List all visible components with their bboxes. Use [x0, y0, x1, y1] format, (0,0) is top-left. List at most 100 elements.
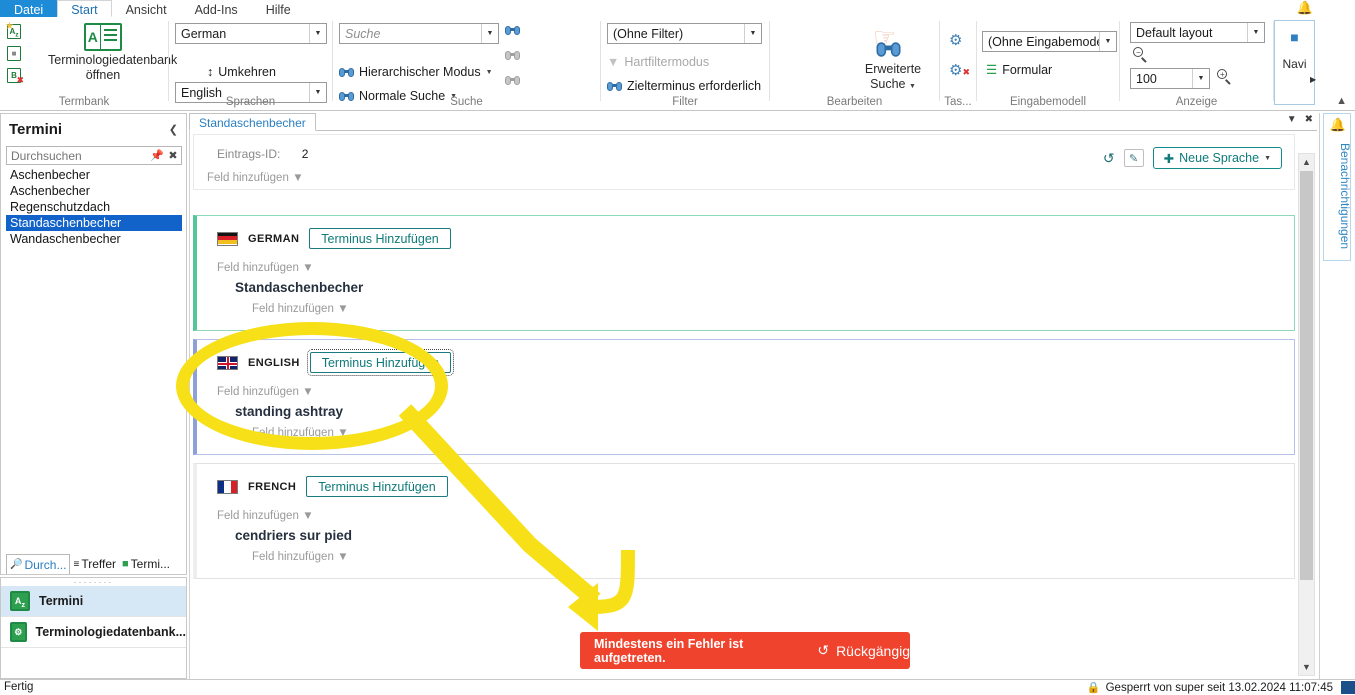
ribbon-tab-start[interactable]: Start — [57, 0, 112, 17]
document-area: Standaschenbecher ▼ ✖ Eintrags-ID: 2 Fel… — [189, 113, 1317, 679]
document-vertical-scrollbar[interactable]: ▲ ▼ — [1298, 153, 1315, 676]
input-model-combo[interactable]: (Ohne Eingabemodell ▼ — [982, 31, 1117, 52]
collapse-panel-icon[interactable]: ❮ — [169, 123, 178, 136]
zoom-out-button[interactable]: − — [1133, 47, 1148, 65]
nav-item-termini[interactable]: Az Termini — [1, 586, 186, 617]
add-term-button-german[interactable]: Terminus Hinzufügen — [309, 228, 451, 249]
list-item[interactable]: Wandaschenbecher — [6, 231, 182, 247]
document-tab-standaschenbecher[interactable]: Standaschenbecher — [189, 113, 316, 131]
chevron-down-icon[interactable]: ▼ — [1247, 23, 1264, 42]
termbank-icon-delete[interactable]: B ✖ — [6, 67, 24, 87]
term-text-german[interactable]: Standaschenbecher — [235, 280, 363, 295]
input-model-value: (Ohne Eingabemodell — [988, 34, 1099, 49]
settings-gear-icon[interactable]: ⚙ — [949, 31, 962, 49]
notification-bell-icon[interactable]: 🔔 — [1297, 0, 1313, 16]
english-add-field-top[interactable]: Feld hinzufügen ▼ — [217, 384, 314, 398]
list-item[interactable]: Aschenbecher — [6, 167, 182, 183]
new-language-button[interactable]: ✚ Neue Sprache ▼ — [1152, 147, 1282, 169]
navigation-expand-icon[interactable]: ▶ — [1310, 75, 1316, 84]
undo-history-icon[interactable]: ↺ — [1103, 150, 1115, 167]
scrollbar-thumb[interactable] — [1300, 171, 1313, 580]
navigation-panel-button[interactable]: ■ Navi — [1274, 20, 1315, 105]
zoom-in-button[interactable]: + — [1217, 69, 1232, 87]
terms-list[interactable]: Aschenbecher Aschenbecher Regenschutzdac… — [6, 167, 182, 569]
ribbon-tab-bar: Datei Start Ansicht Add-Ins Hilfe 🔔 — [0, 0, 1355, 17]
chevron-down-icon[interactable]: ▼ — [302, 262, 313, 274]
hard-filter-mode-button[interactable]: ▼ Hartfiltermodus — [607, 55, 709, 69]
chevron-down-icon[interactable]: ▼ — [292, 172, 303, 184]
chevron-down-icon[interactable]: ▼ — [1192, 69, 1209, 88]
ribbon-tab-datei[interactable]: Datei — [0, 0, 58, 17]
chevron-down-icon[interactable]: ▼ — [337, 551, 348, 563]
status-bar-left-text: Fertig — [4, 681, 34, 693]
ribbon-group-anzeige: Default layout ▼ − 100 ▼ + Anzeige — [1120, 17, 1273, 110]
drag-handle[interactable]: ········ — [1, 578, 186, 587]
chevron-down-icon[interactable]: ▼ — [481, 24, 498, 43]
close-icon[interactable]: ✖ — [1305, 114, 1313, 125]
search-tool-icon-prev[interactable] — [505, 75, 520, 89]
tab-durchsuchen[interactable]: 🔎 Durch... — [6, 554, 71, 574]
ribbon-tab-ansicht[interactable]: Ansicht — [112, 0, 181, 17]
pin-icon[interactable]: 📌 — [149, 149, 165, 162]
termbank-icon-filter[interactable]: ■ — [6, 45, 23, 65]
chevron-down-icon[interactable]: ▼ — [1264, 155, 1271, 162]
chevron-down-icon[interactable]: ▼ — [309, 24, 326, 43]
termbank-icon-new[interactable]: Az ★ — [5, 21, 23, 43]
application-window: Datei Start Ansicht Add-Ins Hilfe 🔔 Az ★ … — [0, 0, 1355, 695]
language-card-german[interactable]: GERMAN Terminus Hinzufügen Feld hinzufüg… — [193, 215, 1295, 331]
form-button[interactable]: ☰ Formular — [986, 62, 1052, 78]
filter-combo[interactable]: (Ohne Filter) ▼ — [607, 23, 762, 44]
list-item[interactable]: Regenschutzdach — [6, 199, 182, 215]
chevron-down-icon[interactable]: ▼ — [486, 69, 493, 76]
hierarchical-mode-button[interactable]: Hierarchischer Modus ▼ — [339, 65, 493, 79]
tab-list-chevron-icon[interactable]: ▼ — [1287, 114, 1297, 125]
terms-search-input[interactable]: Durchsuchen 📌 ✖ — [6, 146, 182, 165]
french-add-field-bottom[interactable]: Feld hinzufügen ▼ — [252, 549, 349, 563]
ribbon-collapse-icon[interactable]: ▲ — [1336, 95, 1347, 107]
tab-termini[interactable]: ■ Termi... — [119, 554, 173, 574]
undo-button[interactable]: ↺ Rückgängig — [817, 642, 910, 659]
resize-grip[interactable] — [1341, 681, 1355, 694]
language-card-french[interactable]: FRENCH Terminus Hinzufügen Feld hinzufüg… — [193, 463, 1295, 579]
ribbon-tab-add-ins[interactable]: Add-Ins — [181, 0, 252, 17]
terms-search-placeholder: Durchsuchen — [11, 148, 82, 163]
english-add-field-bottom[interactable]: Feld hinzufügen ▼ — [252, 425, 349, 439]
settings-gear-remove-icon[interactable]: ⚙✖ — [949, 61, 970, 79]
language-card-english[interactable]: ENGLISH Terminus Hinzufügen Feld hinzufü… — [193, 339, 1295, 455]
close-icon[interactable]: ✖ — [165, 149, 181, 162]
zoom-combo[interactable]: 100 ▼ — [1130, 68, 1210, 89]
german-add-field-top[interactable]: Feld hinzufügen ▼ — [217, 260, 314, 274]
status-bar-lock-text: Gesperrt von super seit 13.02.2024 11:07… — [1105, 681, 1333, 694]
search-tool-icon-1[interactable] — [505, 25, 520, 39]
list-item[interactable]: Aschenbecher — [6, 183, 182, 199]
add-term-button-english[interactable]: Terminus Hinzufügen — [306, 349, 455, 376]
entry-add-field-button[interactable]: Feld hinzufügen ▼ — [207, 170, 304, 184]
search-tool-icon-next[interactable] — [505, 50, 520, 64]
nav-item-termbase[interactable]: ⚙ Terminologiedatenbank... — [1, 617, 186, 648]
term-text-english[interactable]: standing ashtray — [235, 404, 343, 419]
chevron-down-icon[interactable]: ▼ — [337, 427, 348, 439]
chevron-down-icon[interactable]: ▼ — [302, 386, 313, 398]
ribbon-tab-hilfe[interactable]: Hilfe — [252, 0, 305, 17]
notifications-tab[interactable]: 🔔 Benachrichtigungen — [1323, 113, 1352, 261]
ribbon-group-filter: (Ohne Filter) ▼ ▼ Hartfiltermodus Zielte… — [601, 17, 769, 110]
french-add-field-top[interactable]: Feld hinzufügen ▼ — [217, 508, 314, 522]
scroll-up-icon[interactable]: ▲ — [1299, 154, 1314, 170]
chevron-down-icon[interactable]: ▼ — [302, 510, 313, 522]
scroll-down-icon[interactable]: ▼ — [1299, 659, 1314, 675]
chevron-down-icon[interactable]: ▼ — [337, 303, 348, 315]
swap-languages-button[interactable]: ↕ Umkehren — [207, 65, 276, 79]
german-add-field-bottom[interactable]: Feld hinzufügen ▼ — [252, 301, 349, 315]
term-text-french[interactable]: cendriers sur pied — [235, 528, 352, 543]
chevron-down-icon[interactable]: ▼ — [1099, 32, 1116, 51]
tab-treffer[interactable]: ≡ Treffer — [70, 554, 119, 574]
open-termbase-button[interactable]: A Terminologiedatenbank öffnen — [48, 23, 177, 83]
layout-combo[interactable]: Default layout ▼ — [1130, 22, 1265, 43]
source-language-combo[interactable]: German ▼ — [175, 23, 327, 44]
search-input[interactable]: Suche ▼ — [339, 23, 499, 44]
list-item-selected[interactable]: Standaschenbecher — [6, 215, 182, 231]
chevron-down-icon[interactable]: ▼ — [744, 24, 761, 43]
edit-entry-icon[interactable]: ✎ — [1123, 149, 1144, 167]
add-term-button-french[interactable]: Terminus Hinzufügen — [306, 476, 448, 497]
target-term-required-button[interactable]: Zielterminus erforderlich — [607, 79, 761, 93]
